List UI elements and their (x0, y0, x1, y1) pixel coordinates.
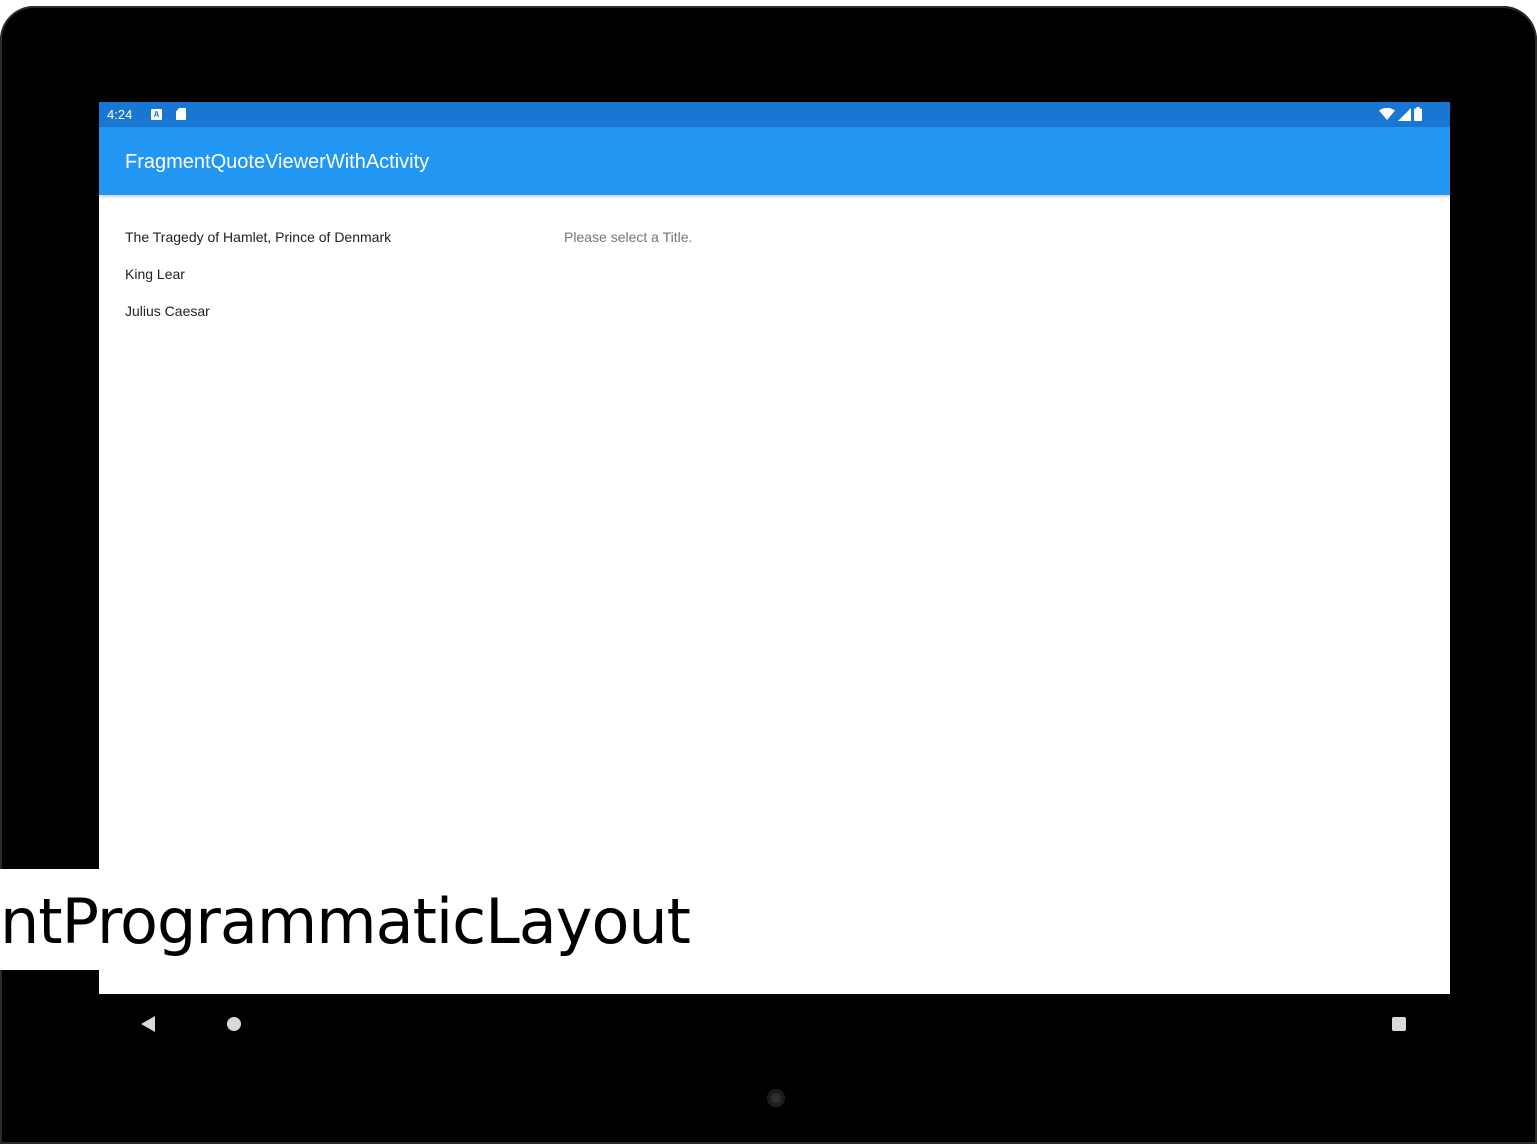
status-bar: 4:24 A (99, 102, 1450, 127)
list-item-title[interactable]: Julius Caesar (125, 296, 391, 333)
a-notification-icon: A (151, 109, 162, 120)
navigation-bar (99, 994, 1450, 1053)
app-bar: FragmentQuoteViewerWithActivity (99, 127, 1450, 195)
status-time: 4:24 (107, 107, 133, 122)
list-item-title[interactable]: The Tragedy of Hamlet, Prince of Denmark (125, 222, 391, 259)
list-item-title[interactable]: King Lear (125, 259, 391, 296)
camera-icon (767, 1089, 785, 1107)
recents-icon[interactable] (1392, 1017, 1406, 1031)
app-title: FragmentQuoteViewerWithActivity (125, 151, 430, 173)
wifi-icon (1379, 108, 1395, 120)
home-icon[interactable] (227, 1017, 241, 1031)
sd-card-icon (176, 108, 186, 120)
caption-banner: FragmentProgrammaticLayout (0, 869, 700, 970)
tablet-frame: 4:24 A FragmentQuoteViewerWithActivity T… (0, 6, 1537, 1144)
detail-placeholder-text: Please select a Title. (564, 229, 693, 245)
signal-icon (1398, 107, 1411, 121)
status-icons-group (1379, 107, 1422, 121)
caption-text: FragmentProgrammaticLayout (0, 885, 691, 958)
title-list: The Tragedy of Hamlet, Prince of Denmark… (125, 222, 391, 333)
back-icon[interactable] (141, 1016, 155, 1032)
battery-icon (1414, 107, 1422, 121)
